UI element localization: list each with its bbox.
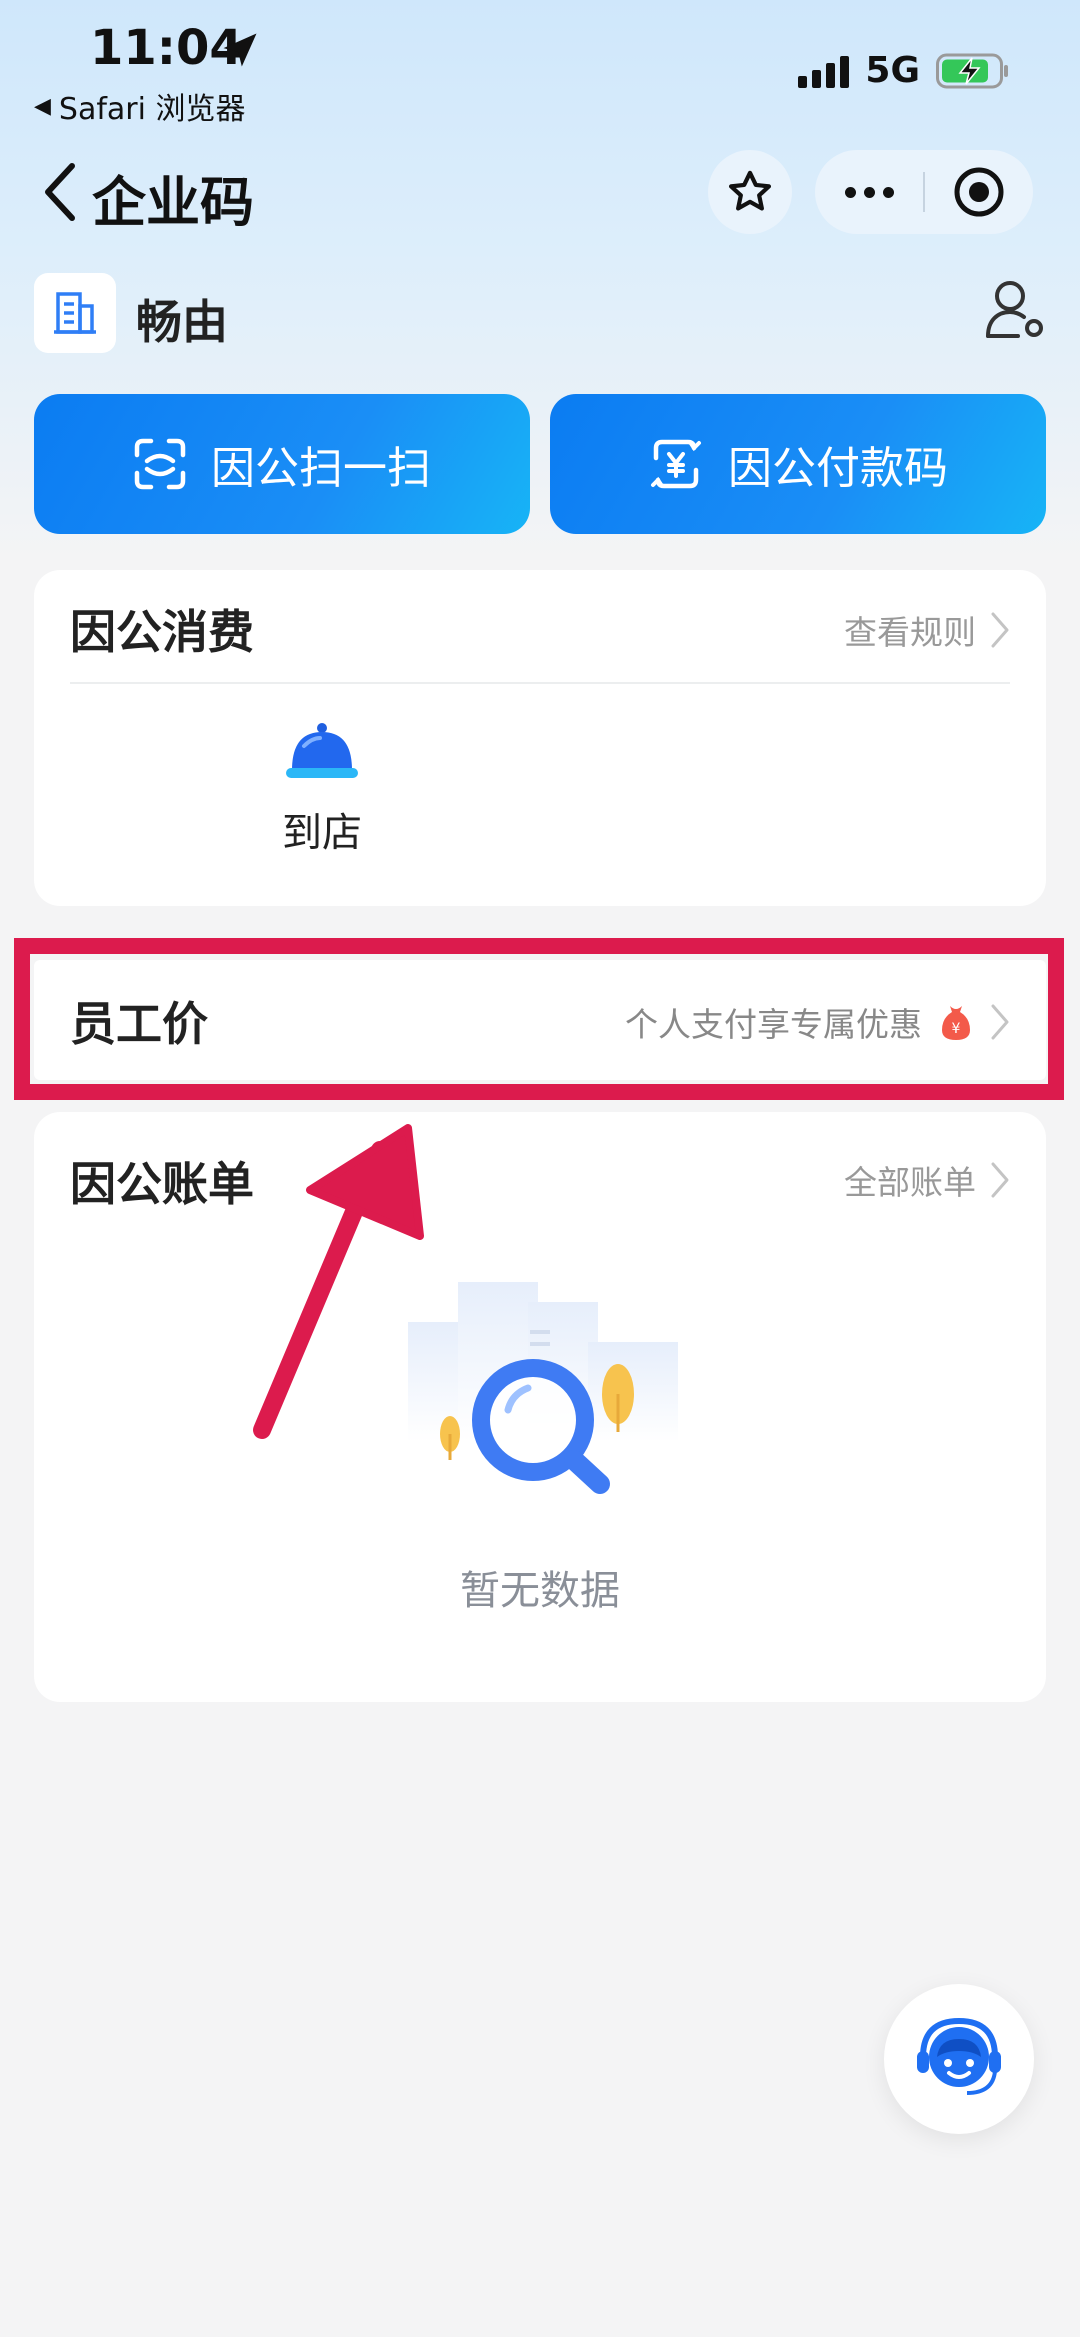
view-rules-link[interactable]: 查看规则	[844, 606, 1010, 654]
miniapp-capsule	[815, 150, 1033, 234]
page-title: 企业码	[92, 171, 254, 234]
close-miniapp-button[interactable]	[925, 150, 1033, 234]
payment-code-icon	[651, 439, 701, 489]
more-options-button[interactable]	[815, 150, 923, 234]
network-type: 5G	[865, 50, 920, 91]
business-pay-code-label: 因公付款码	[728, 443, 948, 494]
location-arrow-icon	[223, 33, 257, 67]
view-rules-label: 查看规则	[844, 613, 976, 652]
return-app-label: Safari 浏览器	[58, 92, 246, 127]
business-pay-code-button[interactable]: 因公付款码	[550, 394, 1046, 534]
building-icon	[54, 292, 96, 334]
back-triangle-icon: ◀	[34, 93, 51, 119]
bills-title: 因公账单	[70, 1157, 254, 1211]
in-store-label: 到店	[282, 810, 362, 856]
all-bills-link[interactable]: 全部账单	[844, 1156, 1010, 1204]
chevron-right-icon	[991, 612, 1009, 648]
dot	[844, 186, 856, 198]
all-bills-label: 全部账单	[844, 1163, 976, 1202]
dot	[863, 186, 875, 198]
signal-icon	[798, 54, 850, 88]
user-settings-icon[interactable]	[984, 278, 1046, 340]
target-circle-icon	[954, 167, 1004, 217]
empty-state-text: 暂无数据	[460, 1568, 620, 1614]
company-name[interactable]: 畅由	[136, 286, 228, 352]
return-to-safari[interactable]: ◀ Safari 浏览器	[34, 84, 246, 128]
company-logo	[34, 273, 116, 353]
highlight-annotation-box	[14, 938, 1064, 1100]
business-scan-label: 因公扫一扫	[211, 443, 431, 494]
dot	[882, 186, 894, 198]
pointer-arrow-annotation	[253, 1124, 424, 1439]
empty-search-illustration	[408, 1282, 678, 1494]
business-consumption-card: 因公消费 查看规则 到店	[34, 570, 1046, 906]
service-bell-icon	[286, 723, 358, 778]
scan-icon	[134, 438, 186, 490]
chevron-right-icon	[991, 1162, 1009, 1198]
customer-service-button[interactable]	[884, 1984, 1034, 2134]
battery-charging-icon	[936, 53, 1008, 88]
customer-service-icon	[917, 2017, 1001, 2095]
in-store-entry[interactable]: 到店	[242, 720, 402, 858]
back-chevron-icon[interactable]	[40, 160, 80, 224]
consumption-title: 因公消费	[70, 605, 254, 659]
favorite-button[interactable]	[708, 150, 792, 234]
business-bills-card: 因公账单 全部账单 暂无数据	[34, 1112, 1046, 1702]
star-icon	[728, 170, 772, 211]
status-indicators: 5G	[798, 50, 1010, 91]
business-scan-button[interactable]: 因公扫一扫	[34, 394, 530, 534]
card-divider	[70, 682, 1010, 684]
